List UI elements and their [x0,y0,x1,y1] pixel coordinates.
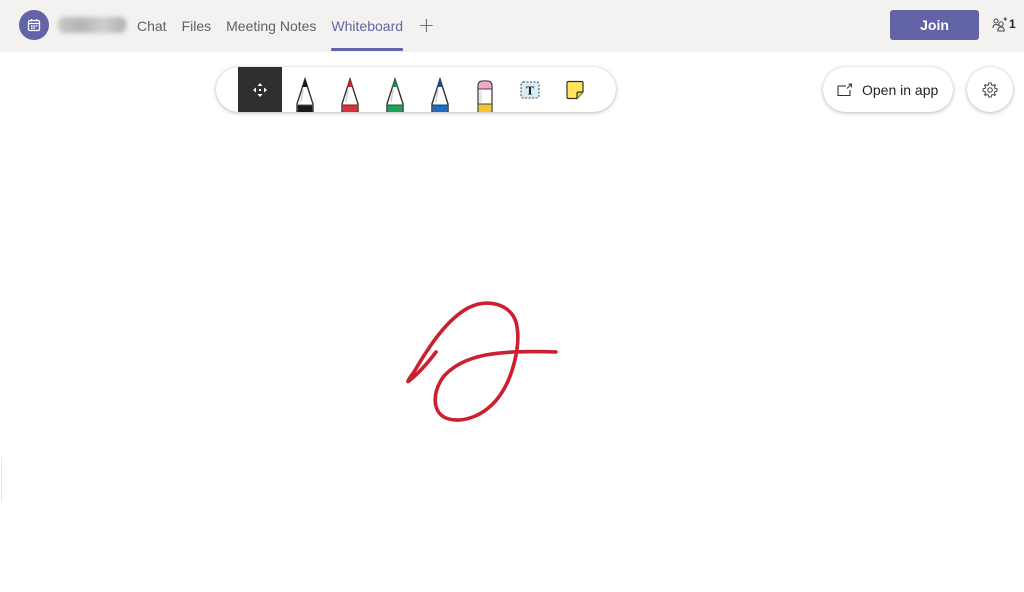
green-pen-tool[interactable] [372,67,417,112]
eraser-icon [476,80,493,112]
plus-icon: + [418,13,435,37]
svg-text:T: T [525,84,534,97]
move-arrows-icon [253,82,267,97]
sticky-note-icon [565,80,584,99]
tab-chat[interactable]: Chat [137,0,167,52]
tab-files[interactable]: Files [182,0,212,52]
lasso-select-tool[interactable] [238,67,282,112]
sticky-note-tool[interactable] [552,67,597,112]
black-pen-tool[interactable] [282,67,327,112]
join-button[interactable]: Join [890,10,979,40]
blue-pen-tool[interactable] [417,67,462,112]
text-box-tool[interactable]: T [507,67,552,112]
whiteboard-canvas[interactable] [0,52,1024,592]
meeting-tabs: Chat Files Meeting Notes Whiteboard + [137,0,435,52]
tab-whiteboard[interactable]: Whiteboard [331,0,403,52]
whiteboard-settings-button[interactable] [967,67,1013,112]
inking-toolbar: T [216,67,616,112]
add-tab-button[interactable]: + [418,0,435,52]
green-pen-icon [385,76,404,112]
calendar-icon [27,19,41,32]
people-add-icon [992,17,1007,32]
blue-pen-icon [430,76,449,112]
meeting-header: Chat Files Meeting Notes Whiteboard + Jo… [0,0,1024,52]
red-pen-tool[interactable] [327,67,372,112]
black-pen-icon [295,76,314,112]
eraser-tool[interactable] [462,67,507,112]
participant-count: 1 [1009,17,1016,31]
open-external-icon [837,83,853,96]
red-pen-icon [340,76,359,112]
meeting-name-blurred [58,17,126,33]
tab-meeting-notes[interactable]: Meeting Notes [226,0,316,52]
gear-icon [982,82,998,97]
text-box-icon: T [520,81,539,98]
open-in-app-button[interactable]: Open in app [823,67,953,112]
participants-button[interactable]: 1 [992,14,1016,34]
meeting-calendar-avatar[interactable] [19,10,49,40]
open-in-app-label: Open in app [862,81,939,98]
canvas-edge-handle [0,457,2,502]
